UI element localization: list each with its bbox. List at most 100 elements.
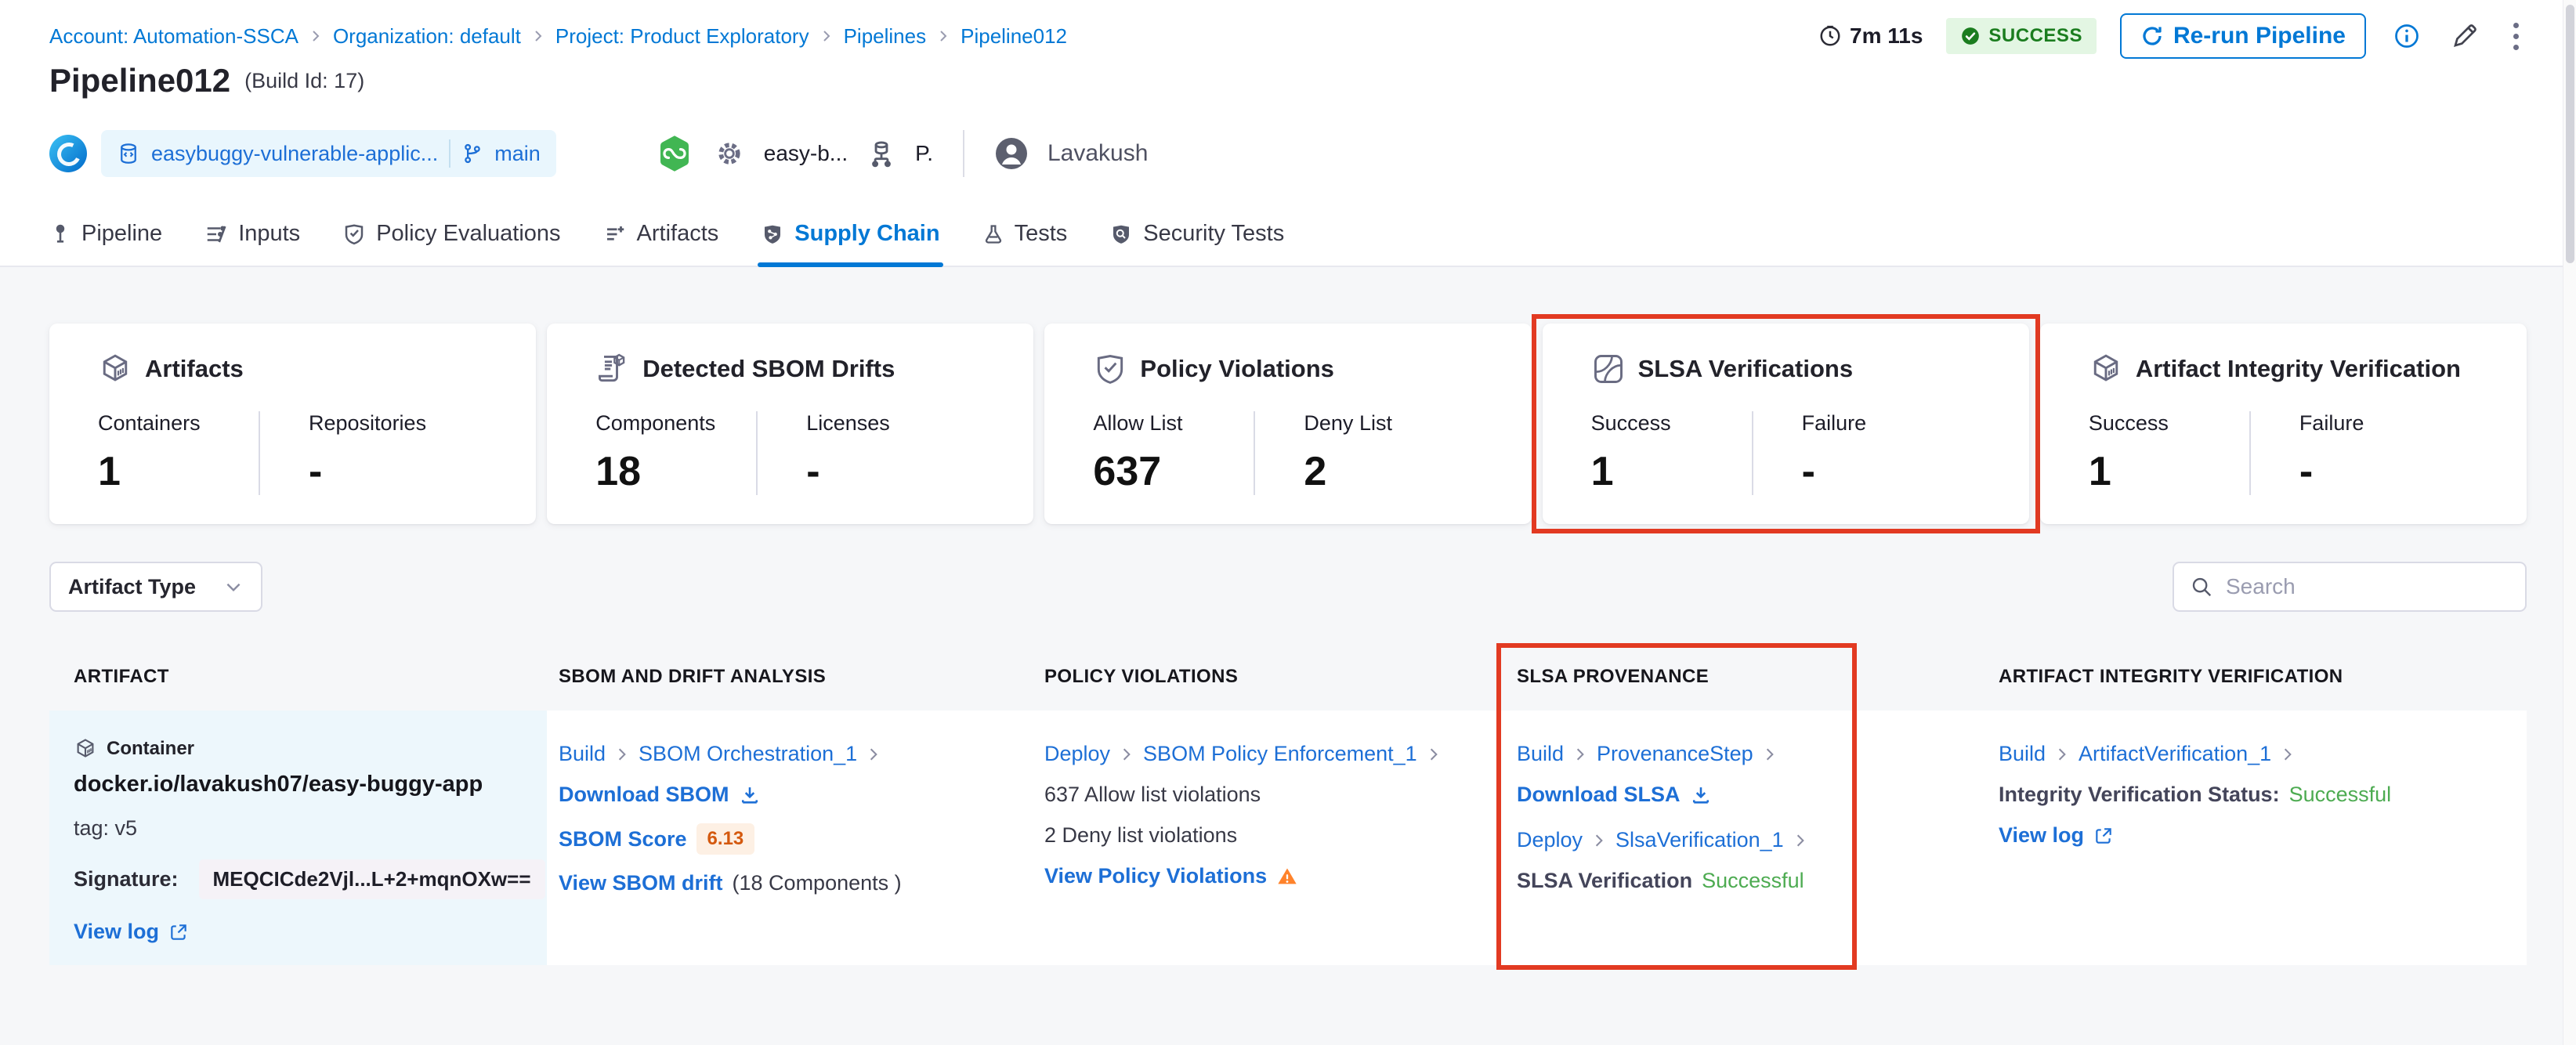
chevron-right-icon xyxy=(1427,747,1441,761)
stat-value: 637 xyxy=(1093,449,1162,494)
step-link[interactable]: SBOM Policy Enforcement_1 xyxy=(1143,742,1417,766)
deny-list-violations: 2 Deny list violations xyxy=(1044,823,1238,847)
slsa-verification-label: SLSA Verification xyxy=(1517,869,1693,892)
tab-tests[interactable]: Tests xyxy=(982,221,1067,266)
tab-policy-evaluations[interactable]: Policy Evaluations xyxy=(342,221,561,266)
service-name[interactable]: easy-b... xyxy=(764,141,848,166)
tab-supply-chain[interactable]: Supply Chain xyxy=(758,221,943,267)
page-title: Pipeline012 xyxy=(49,62,231,99)
chevron-right-icon xyxy=(1573,747,1587,761)
stat-value: 2 xyxy=(1304,449,1327,494)
shield-check-icon xyxy=(342,222,366,246)
inputs-icon xyxy=(204,222,228,246)
environment-name[interactable]: P. xyxy=(915,141,933,166)
breadcrumb-org[interactable]: Organization: default xyxy=(333,24,521,49)
branch-name[interactable]: main xyxy=(494,142,541,166)
supply-chain-shield-icon xyxy=(761,222,784,246)
slsa-verification-status: Successful xyxy=(1702,869,1804,892)
stat-label: Components xyxy=(595,411,716,435)
user-name: Lavakush xyxy=(1047,140,1149,166)
stage-link[interactable]: Build xyxy=(559,742,606,766)
check-circle-icon xyxy=(1960,26,1981,46)
cube-icon xyxy=(2089,352,2123,386)
integrity-cell: Build ArtifactVerification_1 Integrity V… xyxy=(1987,711,2527,965)
view-log-link[interactable]: View log xyxy=(1999,823,2084,848)
stat-value: - xyxy=(806,449,820,494)
info-icon[interactable] xyxy=(2390,19,2424,53)
chevron-right-icon xyxy=(820,30,833,42)
tab-inputs[interactable]: Inputs xyxy=(204,221,300,266)
breadcrumb-account[interactable]: Account: Automation-SSCA xyxy=(49,24,298,49)
tab-pipeline[interactable]: Pipeline xyxy=(49,221,162,266)
chevron-right-icon xyxy=(867,747,881,761)
edit-pencil-icon[interactable] xyxy=(2448,19,2482,53)
tab-bar: Pipeline Inputs Policy Evaluations Artif… xyxy=(0,204,2576,267)
card-title: Policy Violations xyxy=(1140,355,1334,382)
step-link[interactable]: ProvenanceStep xyxy=(1597,742,1753,766)
step-link[interactable]: SlsaVerification_1 xyxy=(1615,828,1784,852)
stat-value: - xyxy=(1801,449,1815,494)
breadcrumb-current[interactable]: Pipeline012 xyxy=(961,24,1067,49)
card-sbom-drifts: Detected SBOM Drifts Components 18 Licens… xyxy=(547,324,1034,524)
integrity-status: Successful xyxy=(2288,783,2392,806)
repo-name[interactable]: easybuggy-vulnerable-applic... xyxy=(151,142,438,166)
stat-label: Success xyxy=(2088,411,2169,435)
integrity-status-label: Integrity Verification Status: xyxy=(1999,783,2280,806)
trigger-webhook-icon xyxy=(654,133,695,174)
scrollbar-thumb[interactable] xyxy=(2566,5,2574,263)
repository-icon xyxy=(117,142,140,165)
step-link[interactable]: SBOM Orchestration_1 xyxy=(639,742,857,766)
pipeline-icon xyxy=(49,223,71,245)
breadcrumb: Account: Automation-SSCA Organization: d… xyxy=(49,24,1067,49)
rerun-pipeline-button[interactable]: Re-run Pipeline xyxy=(2119,13,2366,59)
breadcrumb-pipelines[interactable]: Pipelines xyxy=(844,24,927,49)
stat-value: - xyxy=(309,449,323,494)
slsa-cell: Build ProvenanceStep Download SLSA Deplo… xyxy=(1505,711,1987,965)
view-policy-violations-link[interactable]: View Policy Violations xyxy=(1044,864,1267,888)
view-sbom-drift-link[interactable]: View SBOM drift xyxy=(559,871,723,895)
module-icon xyxy=(49,135,87,172)
tab-artifacts[interactable]: Artifacts xyxy=(603,221,718,266)
card-title: SLSA Verifications xyxy=(1637,355,1854,382)
refresh-icon xyxy=(2140,24,2164,48)
clock-icon xyxy=(1818,24,1842,48)
sbom-drift-count: (18 Components ) xyxy=(732,871,902,895)
stat-value: 18 xyxy=(595,449,642,494)
card-artifact-integrity: Artifact Integrity Verification Success 1… xyxy=(2039,324,2527,524)
more-options-kebab-icon[interactable] xyxy=(2505,20,2527,53)
warning-icon xyxy=(1276,866,1298,888)
sbom-score-badge: 6.13 xyxy=(696,823,755,855)
card-slsa-verifications: SLSA Verifications Success 1 Failure - xyxy=(1542,324,2029,524)
gear-icon xyxy=(714,138,745,169)
stat-label: Failure xyxy=(2299,411,2364,435)
artifacts-table: Artifact SBOM and Drift Analysis Policy … xyxy=(49,643,2527,970)
sbom-score-link[interactable]: SBOM Score xyxy=(559,827,687,852)
status-text: SUCCESS xyxy=(1988,25,2082,46)
column-header-sbom: SBOM and Drift Analysis xyxy=(559,666,827,687)
allow-list-violations: 637 Allow list violations xyxy=(1044,783,1261,806)
stage-link[interactable]: Deploy xyxy=(1044,742,1110,766)
search-input[interactable] xyxy=(2226,574,2509,599)
breadcrumb-project[interactable]: Project: Product Exploratory xyxy=(555,24,809,49)
view-log-link[interactable]: View log xyxy=(74,920,159,944)
repo-branch-pill[interactable]: easybuggy-vulnerable-applic... main xyxy=(101,130,556,177)
duration-value: 7m 11s xyxy=(1850,24,1923,48)
download-icon xyxy=(1690,784,1712,806)
table-row: Container docker.io/lavakush07/easy-bugg… xyxy=(49,711,2527,965)
stage-link[interactable]: Build xyxy=(1999,742,2046,766)
artifact-type-dropdown[interactable]: Artifact Type xyxy=(49,562,262,612)
external-link-icon xyxy=(168,922,189,942)
stat-label: Repositories xyxy=(309,411,427,435)
stat-label: Licenses xyxy=(806,411,890,435)
vertical-scrollbar[interactable] xyxy=(2563,0,2576,1045)
step-link[interactable]: ArtifactVerification_1 xyxy=(2079,742,2271,766)
stage-link[interactable]: Deploy xyxy=(1517,828,1583,852)
search-box[interactable] xyxy=(2173,562,2527,612)
tab-security-tests[interactable]: Security Tests xyxy=(1109,221,1284,266)
column-header-artifact: Artifact xyxy=(74,666,169,687)
stage-link[interactable]: Build xyxy=(1517,742,1564,766)
stat-label: Failure xyxy=(1801,411,1867,435)
download-sbom-link[interactable]: Download SBOM xyxy=(559,783,729,807)
download-slsa-link[interactable]: Download SLSA xyxy=(1517,783,1681,807)
chevron-right-icon xyxy=(1763,747,1777,761)
